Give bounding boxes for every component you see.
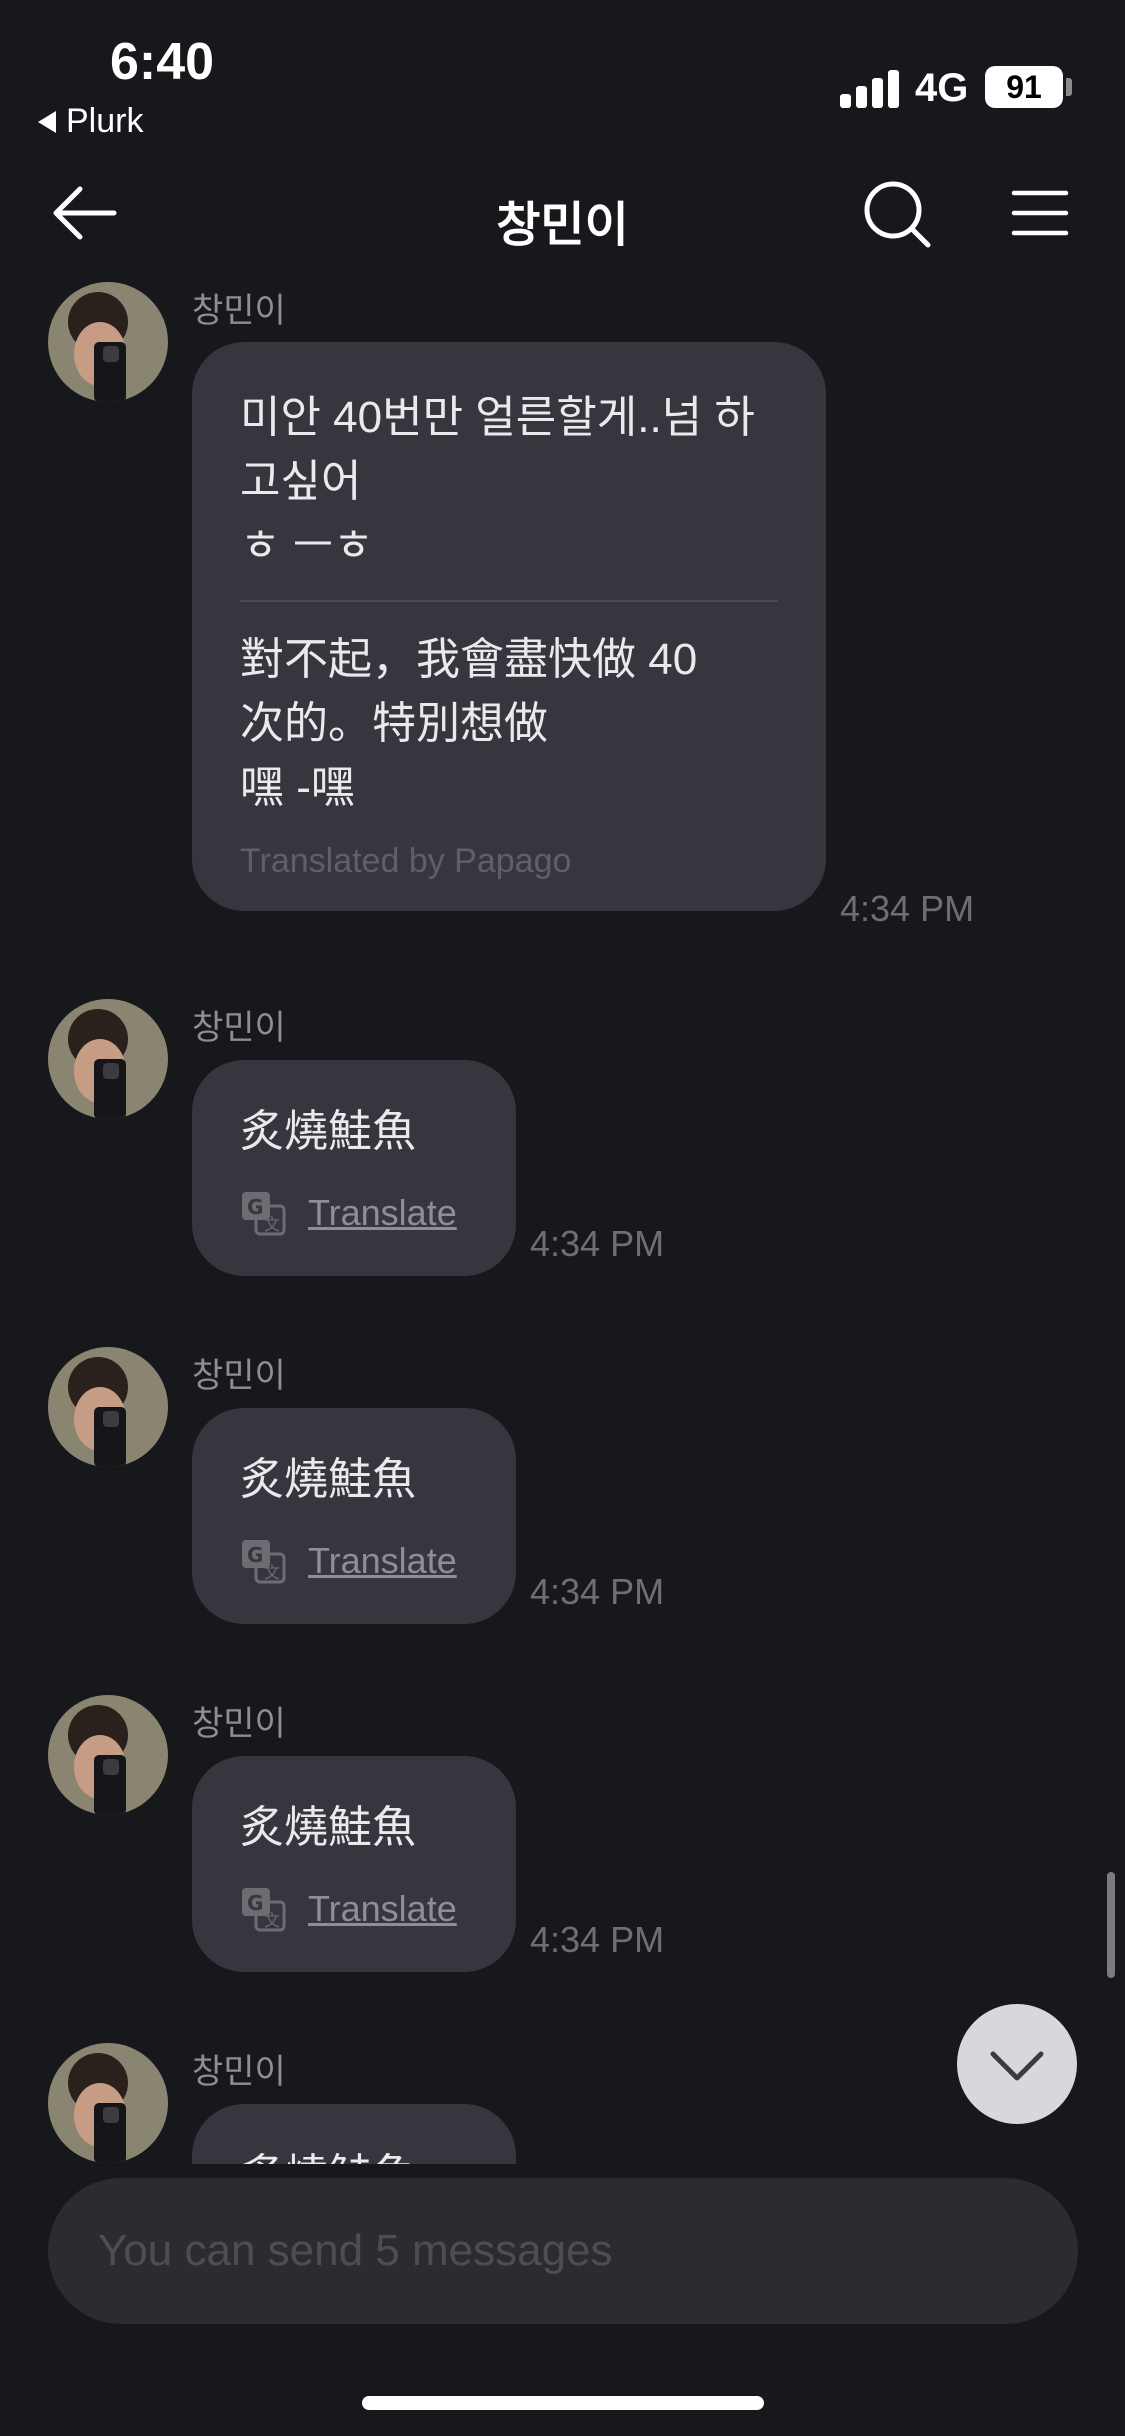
sender-name: 창민이 <box>192 2053 286 2091</box>
sender-name: 창민이 <box>192 292 286 330</box>
home-indicator[interactable] <box>362 2396 764 2410</box>
menu-icon[interactable] <box>1010 187 1070 239</box>
message-text: 炙燒鮭魚 <box>240 1803 416 1852</box>
translated-text: 對不起，我會盡快做 40 次的。特別想做 嘿 -嘿 <box>240 635 698 812</box>
chat-header: 창민이 <box>0 165 1125 265</box>
message-time: 4:34 PM <box>530 1571 665 1612</box>
battery-tip <box>1066 78 1072 96</box>
back-app-label: Plurk <box>66 102 144 140</box>
message-text: 炙燒鮭魚 <box>240 2144 468 2164</box>
translate-icon: G文 <box>240 1190 286 1236</box>
translate-row[interactable]: G文 Translate <box>240 1538 468 1584</box>
translate-link[interactable]: Translate <box>308 1540 457 1582</box>
translate-link[interactable]: Translate <box>308 1192 457 1234</box>
message-time: 4:34 PM <box>530 1919 665 1960</box>
svg-text:文: 文 <box>264 1911 280 1930</box>
message-text: 炙燒鮭魚 <box>240 1107 416 1156</box>
svg-text:G: G <box>247 1543 263 1567</box>
message-time: 4:34 PM <box>530 1223 665 1264</box>
scroll-to-bottom-button[interactable] <box>957 2004 1077 2124</box>
status-time: 6:40 <box>110 33 215 91</box>
message-time: 4:34 PM <box>840 888 975 929</box>
battery-level: 91 <box>985 66 1063 108</box>
avatar[interactable] <box>48 1695 168 1815</box>
back-to-app-link[interactable]: Plurk <box>38 102 143 141</box>
network-type: 4G <box>915 66 969 110</box>
translate-row[interactable]: G文 Translate <box>240 1886 468 1932</box>
translate-row[interactable]: G文 Translate <box>240 1190 468 1236</box>
message-text: 炙燒鮭魚 <box>240 1455 416 1504</box>
message-list[interactable]: 창민이 미안 40번만 얼른할게..넘 하 고싶어 ㅎ ㅡㅎ 對不起，我會盡快做… <box>0 280 1125 2164</box>
message-bubble[interactable]: 炙燒鮭魚 G文 Translate <box>192 1060 516 1276</box>
svg-text:G: G <box>247 1891 263 1915</box>
cellular-signal-icon <box>840 68 899 108</box>
translation-credit: Translated by Papago <box>240 842 572 880</box>
svg-text:文: 文 <box>264 1215 280 1234</box>
message-bubble[interactable]: 미안 40번만 얼른할게..넘 하 고싶어 ㅎ ㅡㅎ 對不起，我會盡快做 40 … <box>192 342 826 911</box>
translate-icon: G文 <box>240 1538 286 1584</box>
sender-name: 창민이 <box>192 1009 286 1047</box>
message-bubble[interactable]: 炙燒鮭魚 G文 Translate <box>192 1408 516 1624</box>
chevron-down-icon <box>990 2051 1044 2081</box>
avatar[interactable] <box>48 282 168 402</box>
page-title: 창민이 <box>496 199 629 252</box>
message-bubble[interactable]: 炙燒鮭魚 <box>192 2104 516 2164</box>
translate-link[interactable]: Translate <box>308 1888 457 1930</box>
avatar[interactable] <box>48 999 168 1119</box>
message-bubble[interactable]: 炙燒鮭魚 G文 Translate <box>192 1756 516 1972</box>
back-triangle-icon <box>38 110 56 133</box>
scrollbar-thumb[interactable] <box>1107 1872 1115 1978</box>
message-composer[interactable] <box>48 2178 1078 2324</box>
sender-name: 창민이 <box>192 1357 286 1395</box>
message-input[interactable] <box>48 2178 1078 2324</box>
search-icon[interactable] <box>862 179 932 249</box>
translate-icon: G文 <box>240 1886 286 1932</box>
message-text: 미안 40번만 얼른할게..넘 하 고싶어 ㅎ ㅡㅎ <box>240 393 755 570</box>
avatar[interactable] <box>48 1347 168 1467</box>
sender-name: 창민이 <box>192 1705 286 1743</box>
svg-text:G: G <box>247 1195 263 1219</box>
translation-divider <box>240 600 778 602</box>
avatar[interactable] <box>48 2043 168 2163</box>
svg-text:文: 文 <box>264 1563 280 1582</box>
